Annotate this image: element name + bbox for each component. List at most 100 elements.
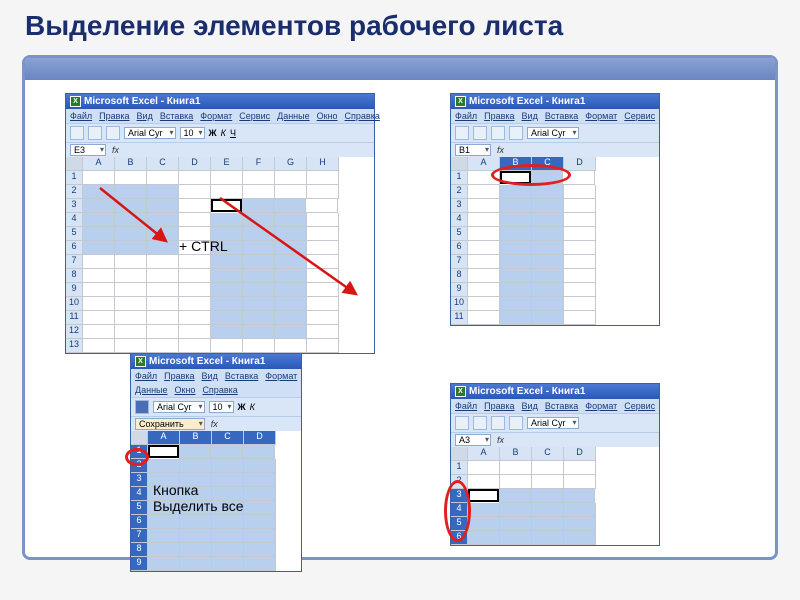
cell[interactable] — [564, 213, 596, 227]
cell[interactable] — [531, 489, 563, 503]
select-all-corner[interactable] — [451, 157, 468, 171]
cell[interactable] — [468, 255, 500, 269]
cell[interactable] — [147, 213, 179, 227]
menu-edit[interactable]: Правка — [484, 401, 514, 411]
cell[interactable] — [275, 255, 307, 269]
cell[interactable] — [147, 325, 179, 339]
column-header[interactable]: C — [532, 447, 564, 461]
cell[interactable] — [532, 227, 564, 241]
row-header[interactable]: 1 — [131, 445, 148, 459]
cell[interactable] — [115, 311, 147, 325]
cell[interactable] — [500, 199, 532, 213]
cell[interactable] — [532, 185, 564, 199]
column-header[interactable]: F — [243, 157, 275, 171]
select-all-corner[interactable] — [66, 157, 83, 171]
cell[interactable] — [83, 241, 115, 255]
menu-insert[interactable]: Вставка — [160, 111, 193, 121]
cell[interactable] — [83, 325, 115, 339]
cell[interactable] — [180, 459, 212, 473]
column-header[interactable]: A — [148, 431, 180, 445]
row-header[interactable]: 10 — [66, 297, 83, 311]
cell[interactable] — [500, 241, 532, 255]
cell[interactable] — [275, 339, 307, 353]
cell[interactable] — [179, 269, 211, 283]
cell[interactable] — [307, 241, 339, 255]
column-header[interactable]: E — [211, 157, 243, 171]
cell[interactable] — [115, 185, 147, 199]
font-select[interactable]: Arial Cyr — [527, 417, 579, 429]
cell[interactable] — [275, 185, 307, 199]
cell[interactable] — [307, 213, 339, 227]
cell[interactable] — [212, 459, 244, 473]
cell[interactable] — [243, 255, 275, 269]
cell[interactable] — [115, 255, 147, 269]
cell[interactable] — [500, 461, 532, 475]
menu-window[interactable]: Окно — [317, 111, 338, 121]
cell[interactable] — [115, 339, 147, 353]
cell[interactable] — [307, 297, 339, 311]
print-icon[interactable] — [509, 416, 523, 430]
cell[interactable] — [307, 283, 339, 297]
cell[interactable] — [244, 543, 276, 557]
cell[interactable] — [83, 199, 115, 213]
menu-file[interactable]: Файл — [70, 111, 92, 121]
menu-format[interactable]: Формат — [585, 401, 617, 411]
row-header[interactable]: 5 — [451, 227, 468, 241]
row-header[interactable]: 1 — [451, 461, 468, 475]
cell[interactable] — [564, 297, 596, 311]
cell[interactable] — [468, 213, 500, 227]
new-icon[interactable] — [70, 126, 84, 140]
cell[interactable] — [564, 503, 596, 517]
cell[interactable] — [243, 185, 275, 199]
row-header[interactable]: 8 — [66, 269, 83, 283]
menu-tools[interactable]: Сервис — [624, 111, 655, 121]
new-icon[interactable] — [455, 416, 469, 430]
cell[interactable] — [275, 283, 307, 297]
cell[interactable] — [244, 473, 276, 487]
cell[interactable] — [307, 339, 339, 353]
cell[interactable] — [179, 171, 211, 185]
cell[interactable] — [532, 241, 564, 255]
cell[interactable] — [243, 213, 275, 227]
cell[interactable] — [307, 325, 339, 339]
row-header[interactable]: 10 — [451, 297, 468, 311]
cell[interactable] — [531, 171, 563, 185]
cell[interactable] — [532, 199, 564, 213]
cell[interactable] — [306, 199, 338, 213]
row-header[interactable]: 12 — [66, 325, 83, 339]
cell[interactable] — [180, 543, 212, 557]
menu-view[interactable]: Вид — [137, 111, 153, 121]
cell[interactable] — [500, 517, 532, 531]
cell[interactable] — [307, 227, 339, 241]
cell[interactable] — [468, 269, 500, 283]
row-header[interactable]: 3 — [131, 473, 148, 487]
cell[interactable] — [147, 283, 179, 297]
cell[interactable] — [179, 255, 211, 269]
menu-tools[interactable]: Сервис — [239, 111, 270, 121]
cell[interactable] — [83, 283, 115, 297]
name-box[interactable]: B1 — [455, 144, 491, 156]
row-header[interactable]: 9 — [66, 283, 83, 297]
menu-edit[interactable]: Правка — [164, 371, 194, 381]
row-header[interactable]: 5 — [451, 517, 468, 531]
cell[interactable] — [115, 227, 147, 241]
italic-button[interactable]: К — [250, 402, 255, 412]
cell[interactable] — [468, 461, 500, 475]
column-header[interactable]: A — [468, 447, 500, 461]
column-header[interactable]: B — [115, 157, 147, 171]
underline-button[interactable]: Ч — [230, 128, 236, 138]
row-header[interactable]: 2 — [451, 185, 468, 199]
cell[interactable] — [532, 517, 564, 531]
cell[interactable] — [532, 531, 564, 545]
cell[interactable] — [83, 255, 115, 269]
column-header[interactable]: D — [244, 431, 276, 445]
save-icon[interactable] — [491, 416, 505, 430]
cell[interactable] — [564, 185, 596, 199]
row-header[interactable]: 2 — [131, 459, 148, 473]
cell[interactable] — [83, 185, 115, 199]
cell[interactable] — [211, 213, 243, 227]
cell[interactable] — [468, 227, 500, 241]
cell[interactable] — [147, 269, 179, 283]
cell[interactable] — [307, 255, 339, 269]
cell[interactable] — [115, 241, 147, 255]
